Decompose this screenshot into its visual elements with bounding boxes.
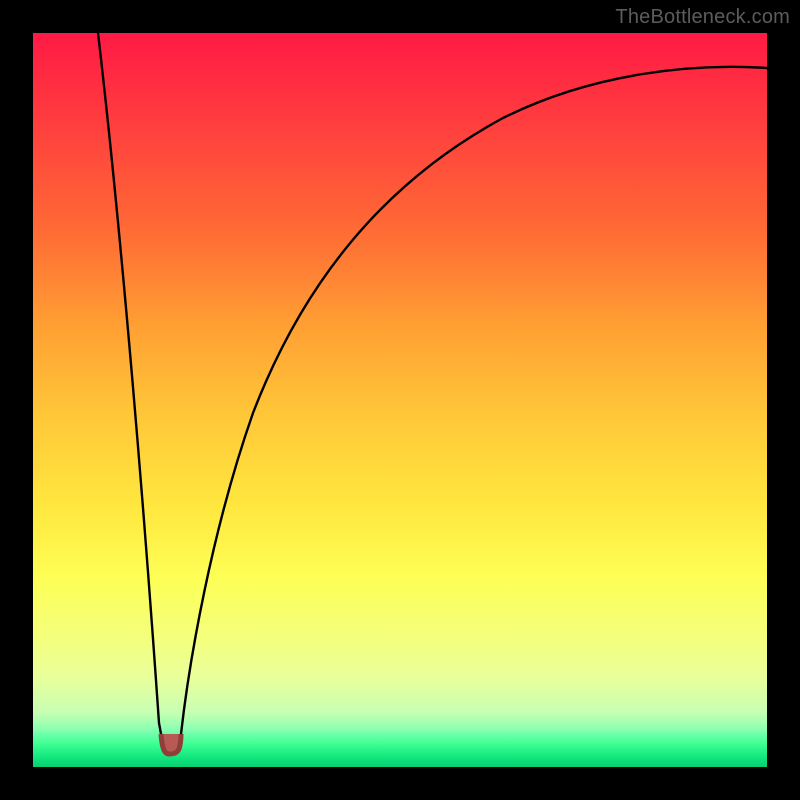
- bottleneck-curve: [33, 33, 767, 767]
- chart-frame: TheBottleneck.com: [0, 0, 800, 800]
- plot-area: [33, 33, 767, 767]
- watermark-text: TheBottleneck.com: [615, 6, 790, 29]
- curve-nub: [161, 734, 181, 754]
- curve-right-branch: [181, 67, 767, 734]
- curve-left-branch: [98, 33, 161, 734]
